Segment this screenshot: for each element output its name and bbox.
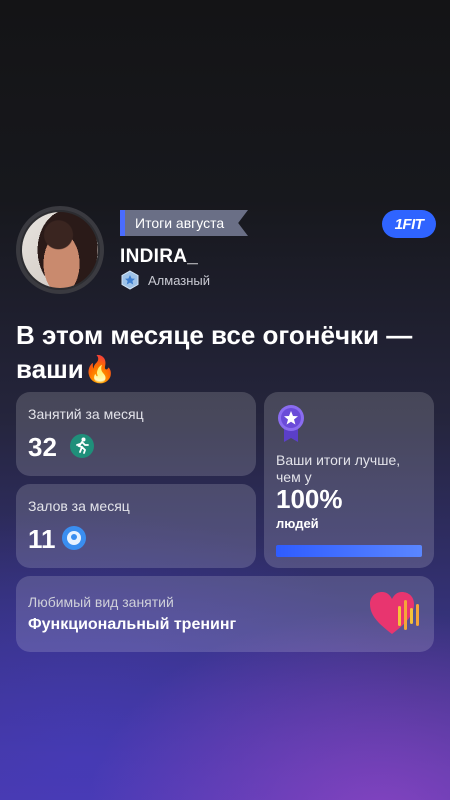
ranking-label: Ваши итоги лучше, чем у [276, 452, 401, 485]
sessions-card: Занятий за месяц 32 [16, 392, 256, 476]
gyms-label: Залов за месяц [28, 498, 130, 514]
ranking-progress-bar [276, 545, 422, 557]
ranking-percent: 100% [276, 484, 343, 514]
username: INDIRA_ [120, 246, 199, 267]
location-pin-icon [62, 526, 86, 550]
favorite-label: Любимый вид занятий [28, 594, 174, 610]
period-label: Итоги августа [125, 210, 248, 236]
running-person-icon [70, 434, 94, 458]
gyms-card: Залов за месяц 11 [16, 484, 256, 568]
avatar-photo [22, 212, 98, 288]
brand-logo: 1FIT [382, 210, 436, 238]
favorite-activity-card: Любимый вид занятий Функциональный трени… [16, 576, 434, 652]
level-badge: Алмазный [120, 270, 210, 290]
page-title: В этом месяце все огонёчки — ваши🔥 [16, 320, 413, 384]
level-label: Алмазный [148, 272, 211, 288]
avatar[interactable] [16, 206, 104, 294]
period-badge: Итоги августа [120, 210, 248, 236]
sessions-label: Занятий за месяц [28, 406, 144, 422]
gyms-value: 11 [28, 524, 56, 554]
favorite-value: Функциональный тренинг [28, 616, 237, 633]
ranking-card: Ваши итоги лучше, чем у 100% людей [264, 392, 434, 568]
heart-pulse-icon [370, 592, 419, 634]
diamond-level-icon [121, 270, 139, 290]
ranking-progress-fill [276, 545, 422, 557]
star-medal-icon [278, 405, 304, 442]
ranking-unit: людей [276, 516, 319, 531]
sessions-value: 32 [28, 432, 57, 462]
profile-header: Итоги августа 1FIT INDIRA_ Алмазный [16, 206, 436, 296]
